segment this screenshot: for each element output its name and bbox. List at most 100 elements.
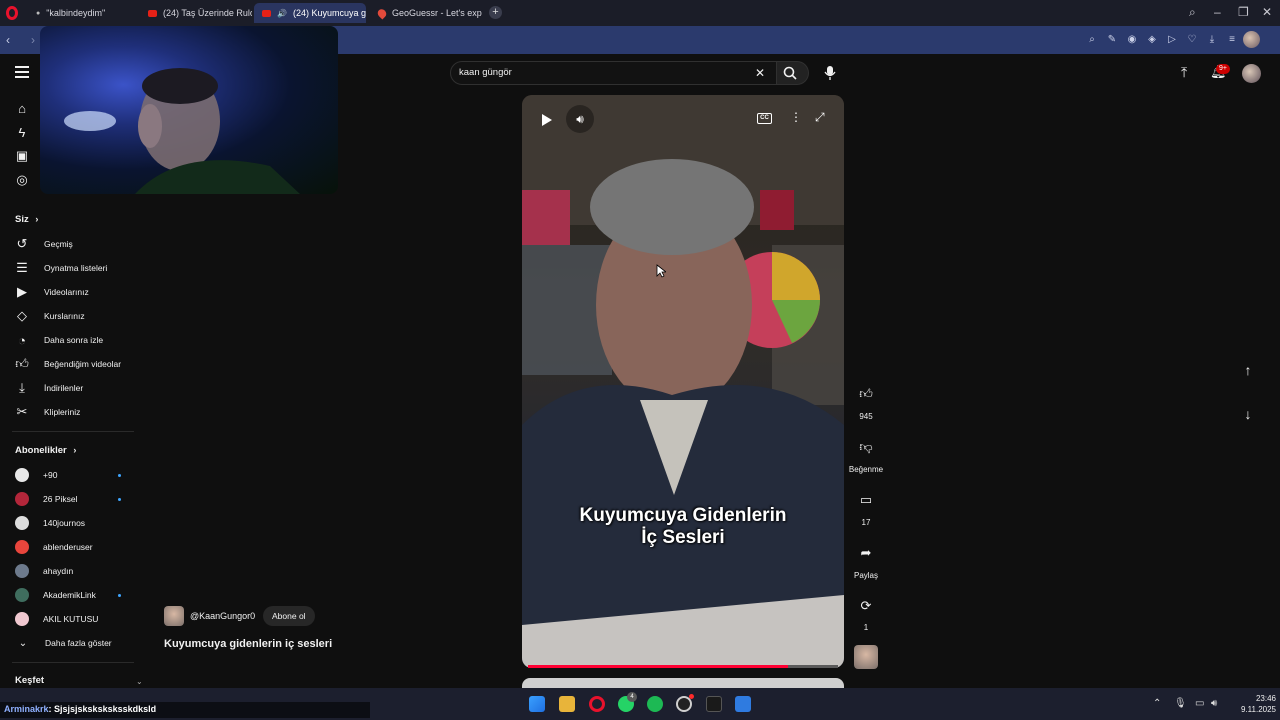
- channel-avatar: [15, 588, 29, 602]
- new-tab-button[interactable]: +: [489, 6, 502, 19]
- sidebar-item-downloads[interactable]: ⤓ İndirilenler: [14, 380, 83, 396]
- audio-source-thumbnail[interactable]: [854, 645, 878, 669]
- captions-icon[interactable]: CC: [757, 113, 772, 124]
- store-app-icon[interactable]: [735, 696, 751, 712]
- search-tabs-icon[interactable]: ⌕: [1086, 34, 1098, 46]
- maximize-button[interactable]: ❐: [1238, 5, 1249, 19]
- terminal-icon[interactable]: [706, 696, 722, 712]
- sidebar-item-clips[interactable]: ✂ Klipleriniz: [14, 404, 81, 420]
- file-explorer-icon[interactable]: [559, 696, 575, 712]
- more-options-icon[interactable]: ⋮: [790, 110, 802, 124]
- channel-handle[interactable]: @KaanGungor0: [190, 611, 255, 621]
- forward-button[interactable]: ›: [31, 33, 35, 47]
- sidebar-item-watch-later[interactable]: ◔ Daha sonra izle: [14, 332, 103, 348]
- sidebar-item-label: İndirilenler: [44, 383, 84, 393]
- subscription-item[interactable]: 26 Piksel: [15, 491, 121, 507]
- subscription-item[interactable]: AKIL KUTUSU: [15, 611, 121, 627]
- sidebar-item-playlists[interactable]: ☰ Oynatma listeleri: [14, 260, 107, 276]
- tab-label: "kalbindeydim": [46, 8, 106, 18]
- progress-track[interactable]: [788, 665, 838, 668]
- player-icon[interactable]: ▷: [1166, 34, 1178, 46]
- channel-avatar: [15, 492, 29, 506]
- show-more-button[interactable]: ⌄ Daha fazla göster: [15, 635, 145, 651]
- share-label: Paylaş: [853, 571, 878, 580]
- like-button[interactable]: 👍︎: [854, 386, 878, 402]
- comment-button[interactable]: ▭: [854, 492, 878, 508]
- minimize-button[interactable]: –: [1214, 5, 1221, 19]
- youtube-favicon-icon: [148, 9, 157, 17]
- shorts-icon[interactable]: ϟ: [14, 124, 30, 140]
- channel-avatar: [15, 516, 29, 530]
- geoguessr-favicon-icon: [375, 6, 389, 20]
- search-input[interactable]: kaan güngör: [459, 67, 512, 78]
- subscriptions-section-header[interactable]: Abonelikler ›: [15, 445, 76, 456]
- profile-avatar[interactable]: [1243, 31, 1260, 48]
- snapshot-icon[interactable]: ◉: [1126, 34, 1138, 46]
- you-section-header[interactable]: Siz ›: [15, 214, 38, 225]
- opera-taskbar-icon[interactable]: [589, 696, 605, 712]
- vpn-icon[interactable]: ◈: [1146, 34, 1158, 46]
- microphone-icon[interactable]: [824, 65, 836, 81]
- volume-tray-icon[interactable]: 🔊︎: [1211, 698, 1217, 709]
- tab-kalbindeydim[interactable]: ● "kalbindeydim": [28, 3, 140, 23]
- play-icon: [542, 114, 552, 126]
- explore-section-header: Keşfet: [15, 675, 45, 686]
- taskbar-clock[interactable]: 23:46 9.11.2025: [1230, 693, 1276, 715]
- like-count: 945: [859, 412, 873, 421]
- progress-fill[interactable]: [528, 665, 788, 668]
- display-tray-icon[interactable]: ▭: [1195, 698, 1204, 709]
- hamburger-menu-icon[interactable]: [15, 66, 29, 78]
- you-icon[interactable]: ◎: [14, 172, 30, 188]
- scroll-down-arrow[interactable]: ⌄: [136, 677, 143, 686]
- favorites-icon[interactable]: ♡: [1186, 34, 1198, 46]
- subscribe-button[interactable]: Abone ol: [263, 606, 315, 626]
- sidebar-item-your-videos[interactable]: ▶ Videolarınız: [14, 284, 89, 300]
- subscriptions-icon[interactable]: ▣: [14, 148, 30, 164]
- subscription-item[interactable]: AkademikLink: [15, 587, 121, 603]
- show-more-label: Daha fazla göster: [45, 638, 112, 648]
- easy-setup-icon[interactable]: ✎: [1106, 34, 1118, 46]
- channel-avatar[interactable]: [164, 606, 184, 626]
- play-button[interactable]: [537, 111, 555, 129]
- downloads-icon[interactable]: ⤓: [1206, 34, 1218, 46]
- volume-button[interactable]: 🔊︎: [566, 105, 594, 133]
- fullscreen-icon[interactable]: ⤢: [815, 110, 825, 125]
- close-window-button[interactable]: ✕: [1262, 5, 1272, 19]
- sidebar-divider: [12, 431, 134, 432]
- tab-rulo[interactable]: (24) Taş Üzerinde Rulo Kö: [140, 3, 252, 23]
- tab-search-icon[interactable]: ⌕: [1189, 5, 1196, 20]
- menu-icon[interactable]: ≡: [1226, 34, 1238, 46]
- subscription-item[interactable]: ablenderuser: [15, 539, 121, 555]
- subscription-item[interactable]: ahaydın: [15, 563, 121, 579]
- new-content-dot: [118, 497, 121, 501]
- back-button[interactable]: ‹: [6, 33, 10, 47]
- create-upload-icon[interactable]: ⤒: [1181, 64, 1187, 81]
- remix-button[interactable]: ⟳: [854, 598, 878, 614]
- spotify-icon[interactable]: [647, 696, 663, 712]
- previous-short-button[interactable]: ↑: [1238, 362, 1258, 382]
- tab-geoguessr[interactable]: GeoGuessr - Let's explore: [370, 3, 482, 23]
- opera-logo-icon[interactable]: [6, 6, 18, 20]
- subscription-item[interactable]: +90: [15, 467, 121, 483]
- sidebar-item-liked[interactable]: 👍︎ Beğendiğim videolar: [14, 356, 121, 372]
- tab-label: GeoGuessr - Let's explore: [392, 8, 482, 18]
- whatsapp-badge: 4: [627, 692, 637, 702]
- caption-line-2: İç Sesleri: [641, 527, 725, 548]
- next-short-preview[interactable]: [522, 678, 844, 688]
- windows-start-icon[interactable]: [529, 696, 545, 712]
- streamer-hair: [142, 68, 218, 104]
- clear-search-icon[interactable]: ✕: [755, 66, 765, 80]
- subscription-item[interactable]: 140journos: [15, 515, 121, 531]
- microphone-tray-icon[interactable]: 🎙︎: [1174, 698, 1187, 709]
- tab-dot-icon: ●: [36, 9, 41, 17]
- next-short-button[interactable]: ↓: [1238, 406, 1258, 426]
- share-button[interactable]: ➦: [854, 545, 878, 561]
- short-video-player[interactable]: [522, 95, 844, 668]
- account-avatar[interactable]: [1242, 64, 1261, 83]
- sidebar-item-courses[interactable]: ◇ Kurslarınız: [14, 308, 85, 324]
- dislike-button[interactable]: 👎︎: [854, 439, 878, 455]
- tab-kuyumcuya[interactable]: 🔊 (24) Kuyumcuya gide: [254, 3, 366, 23]
- home-icon[interactable]: ⌂: [14, 100, 30, 116]
- tray-overflow-icon[interactable]: ⌃: [1153, 698, 1161, 709]
- sidebar-item-history[interactable]: ↺ Geçmiş: [14, 236, 73, 252]
